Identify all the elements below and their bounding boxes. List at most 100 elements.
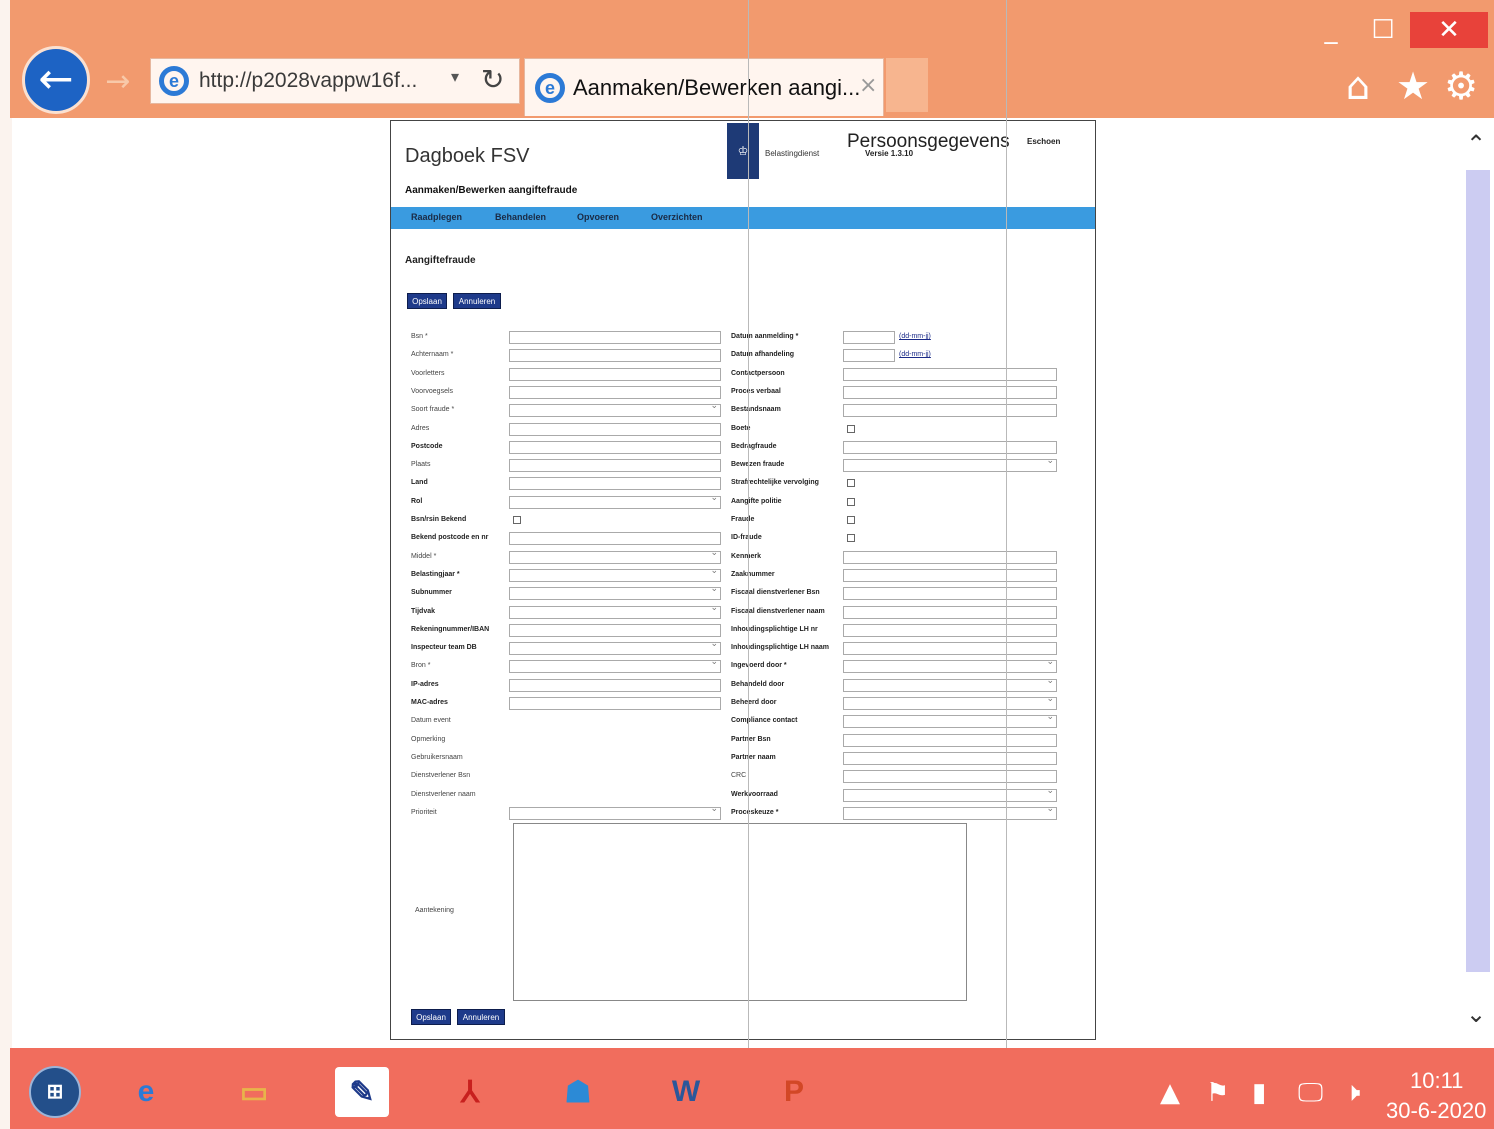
achternaam-input[interactable] <box>509 349 721 363</box>
save-button-bottom[interactable]: Opslaan <box>411 1009 451 1025</box>
taskbar-app-notes[interactable]: ✎ <box>316 1060 408 1124</box>
nav-overzichten[interactable]: Overzichten <box>651 212 703 222</box>
bsn-rsin-bekend-checkbox[interactable] <box>513 516 521 524</box>
explorer-icon: ▭ <box>239 1075 269 1109</box>
new-tab-button[interactable] <box>886 58 928 112</box>
plaats-input[interactable] <box>509 459 721 473</box>
proceskeuze-select[interactable] <box>843 804 1057 820</box>
star-icon[interactable]: ★ <box>1396 64 1430 108</box>
start-button[interactable]: ⊞ <box>20 1060 90 1124</box>
remark-textarea[interactable] <box>513 823 967 1001</box>
volume-icon[interactable]: 🕨 <box>1344 1078 1360 1109</box>
tijdvak-select[interactable] <box>509 603 721 619</box>
tab-close-icon[interactable]: × <box>859 73 877 98</box>
ip-adres-input[interactable] <box>509 678 721 692</box>
behandeld-door-select[interactable] <box>843 676 1057 692</box>
taskbar-app-people[interactable]: ☗ <box>532 1060 624 1124</box>
nav-behandelen[interactable]: Behandelen <box>495 212 546 222</box>
taskbar-app-ie[interactable]: e <box>100 1060 192 1124</box>
postcode-input[interactable] <box>509 440 721 454</box>
voorvoegsels-input[interactable] <box>509 385 721 399</box>
close-button[interactable]: ✕ <box>1410 12 1488 48</box>
maximize-button[interactable]: ☐ <box>1360 12 1406 48</box>
field-label-tijdvak: Tijdvak <box>411 607 435 615</box>
rekeningnummer-iban-input[interactable] <box>509 623 721 637</box>
strafrechtelijke-vervolging-checkbox[interactable] <box>847 479 855 488</box>
middel-select[interactable] <box>509 548 721 564</box>
mac-adres-input[interactable] <box>509 697 721 710</box>
ie-icon: e <box>159 66 189 96</box>
refresh-icon[interactable]: ↻ <box>481 63 504 96</box>
forward-button[interactable]: → <box>96 64 140 100</box>
minimize-button[interactable]: _ <box>1308 12 1354 48</box>
prioriteit-select[interactable] <box>509 804 721 820</box>
field-label-beheerd-door: Beheerd door <box>731 699 777 706</box>
subnummer-select[interactable] <box>509 584 721 601</box>
cancel-button-bottom[interactable]: Annuleren <box>457 1009 505 1025</box>
id-fraude-checkbox[interactable] <box>847 534 855 543</box>
save-button[interactable]: Opslaan <box>407 293 447 309</box>
taskbar-app-acrobat[interactable]: ⅄ <box>424 1060 516 1124</box>
partner-bsn-input[interactable] <box>843 733 1057 747</box>
datum-aanmelding-date-input[interactable] <box>843 331 895 344</box>
bestandsnaam-input[interactable] <box>843 404 1057 418</box>
address-bar[interactable]: e http://p2028vappw16f... ▾ ↻ <box>150 58 520 104</box>
show-hidden-icon[interactable]: ▲ <box>1160 1078 1180 1108</box>
battery-icon[interactable]: ▮ <box>1252 1078 1266 1108</box>
adres-input[interactable] <box>509 422 721 436</box>
aangifte-politie-checkbox[interactable] <box>847 497 855 506</box>
bedragfraude-input[interactable] <box>843 440 1057 454</box>
bewezen-fraude-select[interactable] <box>843 456 1057 473</box>
notes-icon: ✎ <box>335 1067 389 1117</box>
boete-checkbox[interactable] <box>847 424 855 433</box>
nav-opvoeren[interactable]: Opvoeren <box>577 212 619 222</box>
land-input[interactable] <box>509 477 721 491</box>
flag-icon[interactable]: ⚑ <box>1206 1078 1229 1108</box>
scrollbar-thumb[interactable] <box>1466 170 1490 972</box>
datum-afhandeling-date-input[interactable] <box>843 349 895 363</box>
home-icon[interactable]: ⌂ <box>1346 64 1370 108</box>
rol-select[interactable] <box>509 493 721 509</box>
url-text[interactable]: http://p2028vappw16f... <box>199 69 417 93</box>
fraude-checkbox[interactable] <box>847 516 855 524</box>
taskbar-app-word[interactable]: W <box>640 1060 732 1124</box>
fiscaal-dienstverlener-naam-input[interactable] <box>843 605 1057 619</box>
emblem-logo: ♔ <box>727 123 759 179</box>
soort-fraude-select[interactable] <box>509 401 721 418</box>
ingevoerd-door-select[interactable] <box>843 657 1057 674</box>
inhoudingsplichtige-lh-naam-input[interactable] <box>843 642 1057 656</box>
contactpersoon-input[interactable] <box>843 367 1057 381</box>
partner-naam-input[interactable] <box>843 751 1057 765</box>
gear-icon[interactable]: ⚙ <box>1444 64 1478 108</box>
field-label-contactpersoon: Contactpersoon <box>731 369 785 377</box>
beheerd-door-select[interactable] <box>843 694 1057 710</box>
browser-tab[interactable]: e Aanmaken/Bewerken aangi... × <box>524 58 884 116</box>
browser-window: _ ☐ ✕ ← → e http://p2028vappw16f... ▾ ↻ … <box>0 0 1494 1129</box>
bsn-input[interactable] <box>509 331 721 344</box>
bron-select[interactable] <box>509 657 721 674</box>
chevron-down-icon[interactable]: ▾ <box>451 67 459 86</box>
crc-input[interactable] <box>843 770 1057 784</box>
field-label-ip-adres: IP-adres <box>411 680 439 688</box>
clock-date[interactable]: 30-6-2020 <box>1386 1098 1486 1124</box>
zaaknummer-input[interactable] <box>843 568 1057 582</box>
taskbar-app-explorer[interactable]: ▭ <box>208 1060 300 1124</box>
compliance-contact-select[interactable] <box>843 712 1057 729</box>
clock-time[interactable]: 10:11 <box>1410 1068 1463 1094</box>
inspecteur-team-db-select[interactable] <box>509 639 721 656</box>
nav-raadplegen[interactable]: Raadplegen <box>411 212 462 222</box>
voorletters-input[interactable] <box>509 367 721 381</box>
bekend-postcode-en-nr-input[interactable] <box>509 532 721 546</box>
scroll-up-icon[interactable]: ⌃ <box>1466 130 1486 158</box>
proces-verbaal-input[interactable] <box>843 385 1057 399</box>
fiscaal-dienstverlener-bsn-input[interactable] <box>843 587 1057 601</box>
scroll-down-icon[interactable]: ⌄ <box>1466 1000 1486 1028</box>
kenmerk-input[interactable] <box>843 550 1057 564</box>
taskbar-app-powerpoint[interactable]: P <box>748 1060 840 1124</box>
inhoudingsplichtige-lh-nr-input[interactable] <box>843 623 1057 637</box>
cancel-button[interactable]: Annuleren <box>453 293 501 309</box>
back-button[interactable]: ← <box>22 46 90 114</box>
werkvoorraad-select[interactable] <box>843 786 1057 802</box>
network-icon[interactable]: 🖵 <box>1298 1078 1323 1109</box>
belastingjaar-select[interactable] <box>509 566 721 582</box>
